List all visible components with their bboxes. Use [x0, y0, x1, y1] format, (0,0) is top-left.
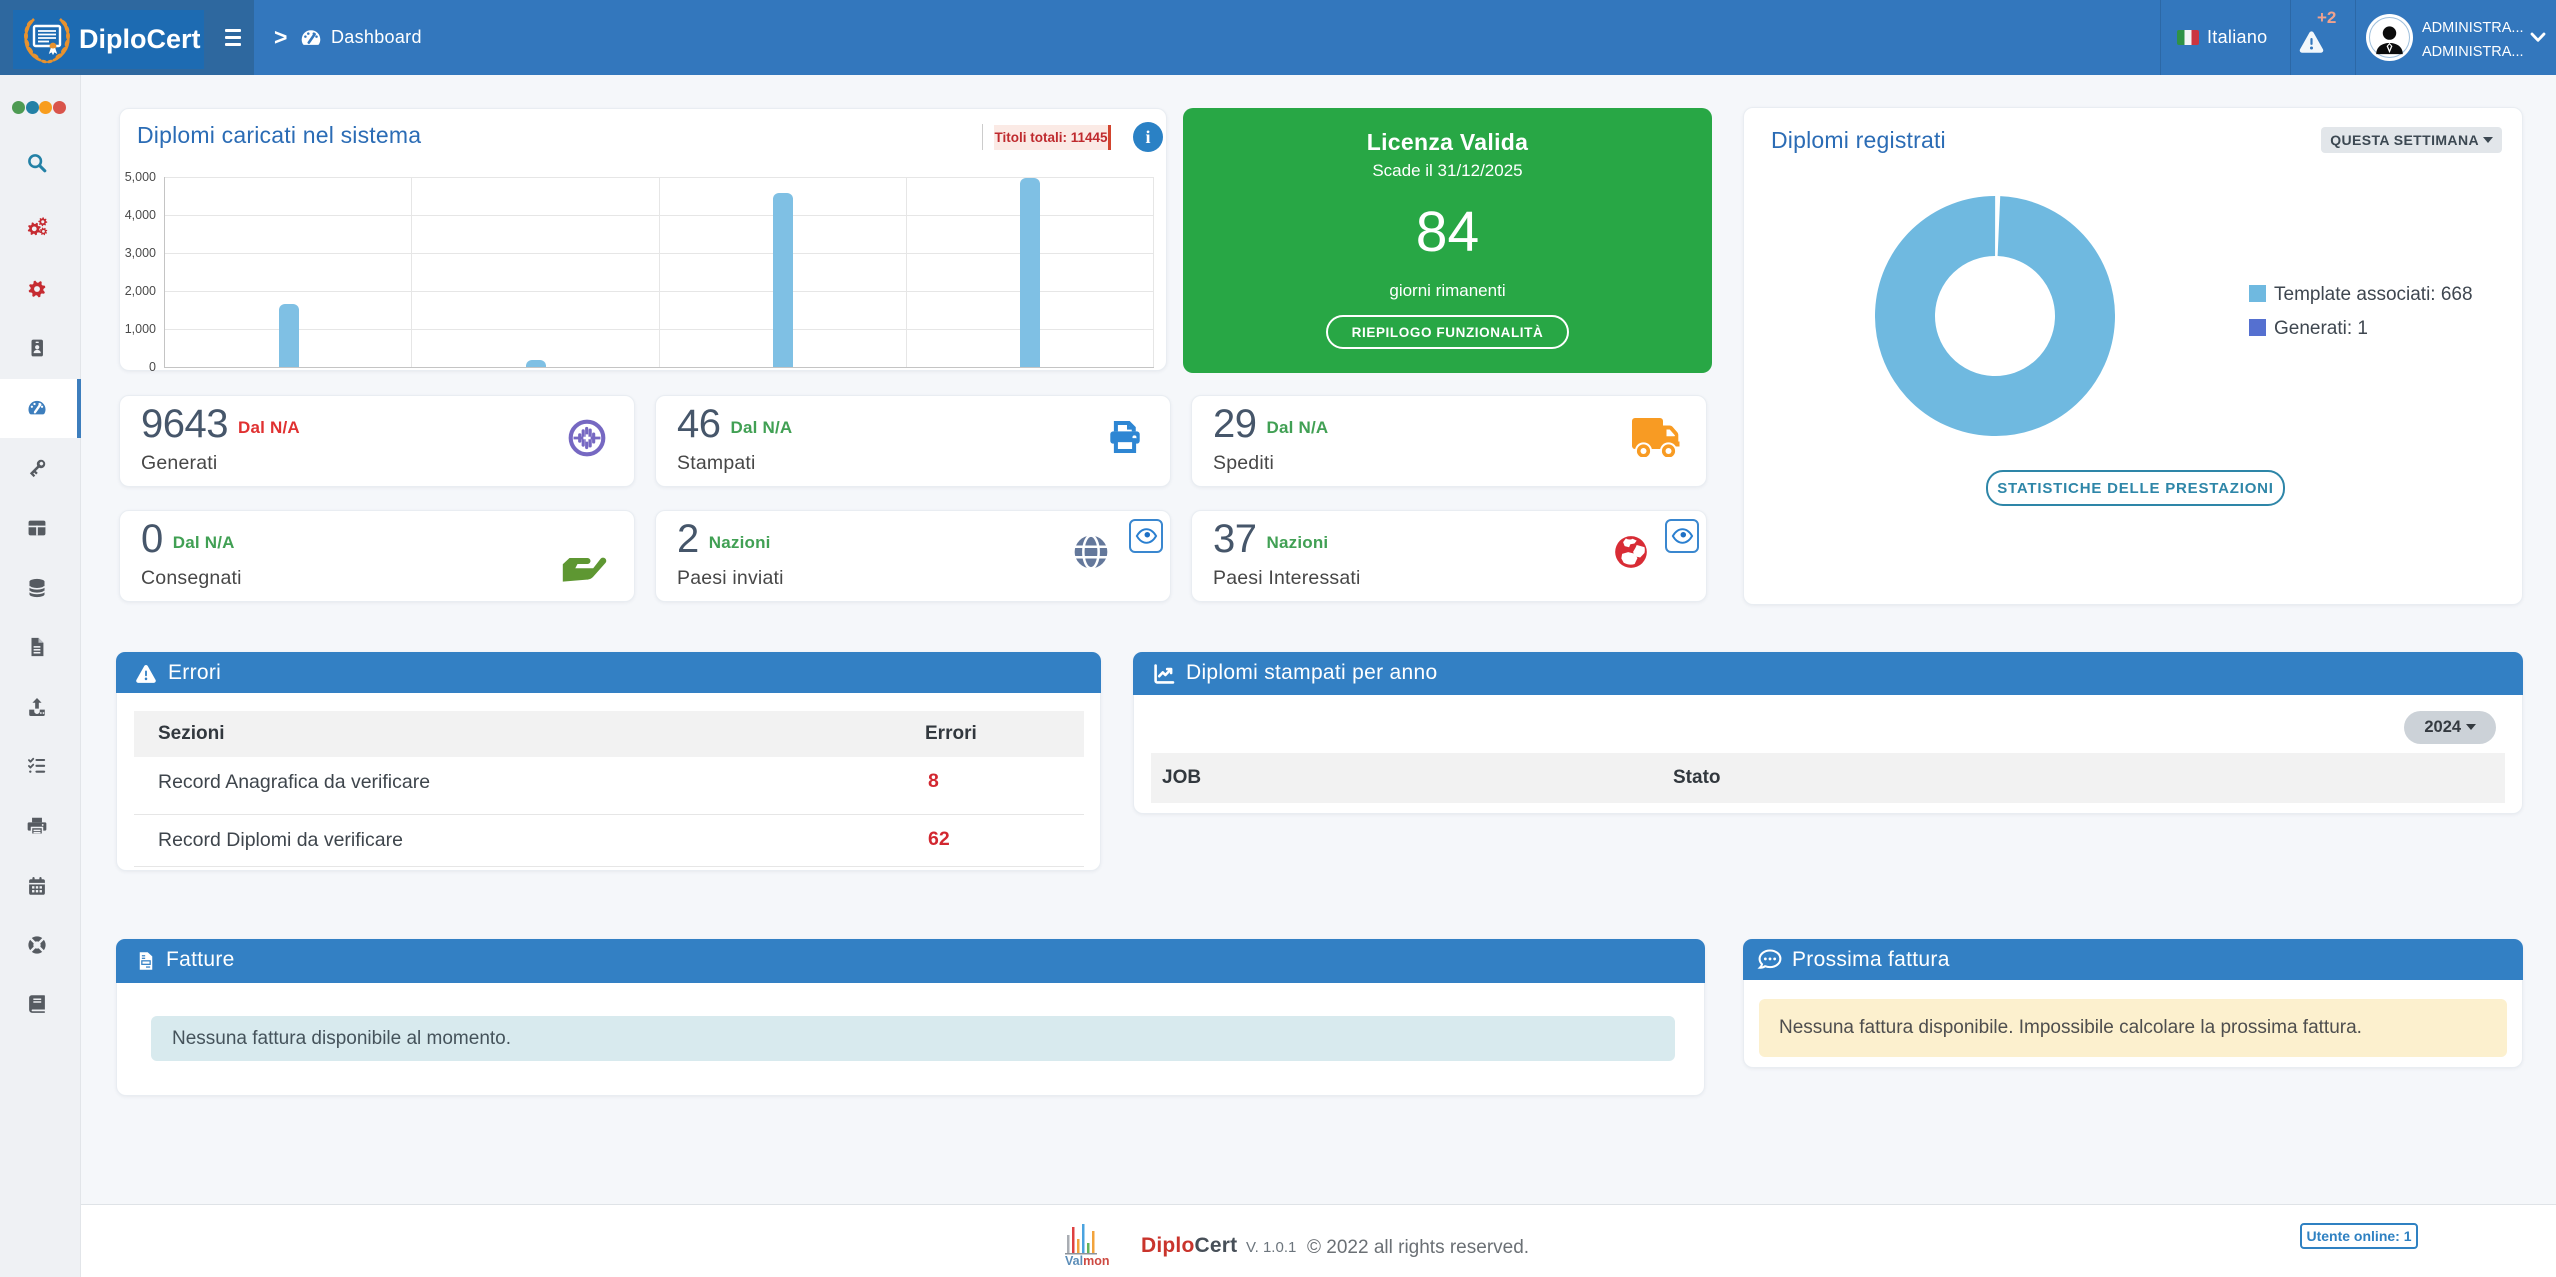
- svg-text:Valmon: Valmon: [1065, 1254, 1109, 1267]
